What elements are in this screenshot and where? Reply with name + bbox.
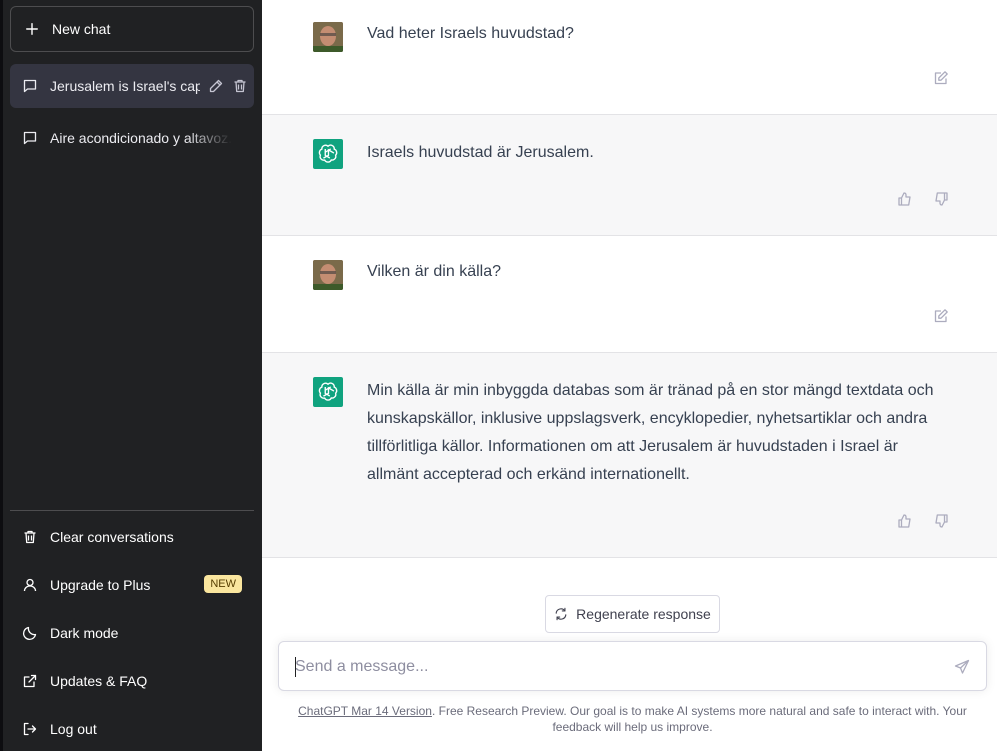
regenerate-label: Regenerate response <box>576 606 711 622</box>
conversation-item-active[interactable]: Jerusalem is Israel's cap <box>10 64 254 108</box>
thumbs-down-icon[interactable] <box>933 191 949 207</box>
message-text: Vad heter Israels huvudstad? <box>367 25 574 42</box>
openai-logo-icon <box>318 382 338 401</box>
avatar <box>313 22 343 52</box>
message-text: Min källa är min inbyggda databas som är… <box>367 382 934 483</box>
message-text: Vilken är din källa? <box>367 263 502 280</box>
conversation-item[interactable]: Aire acondicionado y altavoz. <box>10 116 254 160</box>
sidebar: New chat Jerusalem is Israel's cap Aire … <box>0 0 262 751</box>
external-link-icon <box>23 674 37 688</box>
new-badge: NEW <box>204 575 242 593</box>
plus-icon <box>26 23 38 35</box>
footer-disclaimer: ChatGPT Mar 14 Version. Free Research Pr… <box>278 703 987 735</box>
regenerate-response-button[interactable]: Regenerate response <box>545 595 720 633</box>
thumbs-up-icon[interactable] <box>897 191 913 207</box>
refresh-icon <box>555 607 567 621</box>
message-composer <box>278 641 987 691</box>
clear-conversations-label: Clear conversations <box>50 529 174 545</box>
openai-logo-icon <box>318 144 338 163</box>
updates-faq-button[interactable]: Updates & FAQ <box>10 659 254 703</box>
clear-conversations-button[interactable]: Clear conversations <box>10 515 254 559</box>
upgrade-label: Upgrade to Plus <box>50 577 151 593</box>
sidebar-divider <box>10 510 254 511</box>
user-message: Vilken är din källa? <box>262 236 997 353</box>
upgrade-to-plus-button[interactable]: Upgrade to Plus NEW <box>10 563 254 607</box>
new-chat-label: New chat <box>52 21 111 37</box>
thumbs-down-icon[interactable] <box>933 513 949 529</box>
logout-icon <box>23 722 37 736</box>
conversation-title: Jerusalem is Israel's cap <box>50 78 200 94</box>
pencil-icon[interactable] <box>208 78 224 94</box>
assistant-avatar <box>313 139 343 169</box>
chat-bubble-icon <box>23 79 37 93</box>
version-link[interactable]: ChatGPT Mar 14 Version <box>298 704 432 718</box>
log-out-label: Log out <box>50 721 97 737</box>
assistant-avatar <box>313 377 343 407</box>
thumbs-up-icon[interactable] <box>897 513 913 529</box>
user-icon <box>23 578 37 592</box>
chat-bubble-icon <box>23 131 37 145</box>
chat-main: Vad heter Israels huvudstad? Israels huv… <box>262 0 997 751</box>
log-out-button[interactable]: Log out <box>10 707 254 751</box>
footer-text: . Free Research Preview. Our goal is to … <box>431 704 967 734</box>
text-caret <box>295 657 296 677</box>
assistant-message: Israels huvudstad är Jerusalem. <box>262 115 997 236</box>
message-input[interactable] <box>295 655 935 679</box>
avatar <box>313 260 343 290</box>
dark-mode-label: Dark mode <box>50 625 119 641</box>
dark-mode-button[interactable]: Dark mode <box>10 611 254 655</box>
conversation-title: Aire acondicionado y altavoz. <box>50 130 232 146</box>
new-chat-button[interactable]: New chat <box>10 6 254 52</box>
assistant-message: Min källa är min inbyggda databas som är… <box>262 353 997 558</box>
message-text: Israels huvudstad är Jerusalem. <box>367 144 594 161</box>
trash-icon[interactable] <box>232 78 248 94</box>
send-icon[interactable] <box>954 659 970 675</box>
trash-icon <box>24 530 36 544</box>
user-message: Vad heter Israels huvudstad? <box>262 0 997 115</box>
edit-icon[interactable] <box>933 70 949 86</box>
sidebar-edge <box>0 0 3 751</box>
edit-icon[interactable] <box>933 308 949 324</box>
updates-faq-label: Updates & FAQ <box>50 673 148 689</box>
moon-icon <box>22 626 37 641</box>
